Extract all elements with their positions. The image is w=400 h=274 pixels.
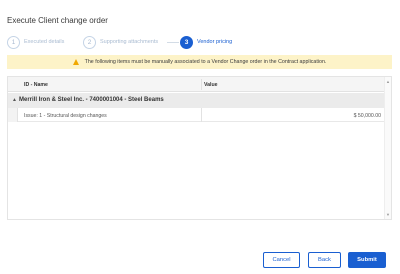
collapse-caret-icon[interactable]: ▲ (12, 97, 17, 103)
step-number: 3 (180, 35, 193, 49)
table-row[interactable]: Issue: 1 - Structural design changes $ 5… (8, 108, 385, 122)
submit-button[interactable]: Submit (348, 252, 386, 268)
step-label: Executed details (24, 39, 65, 45)
step-vendor-pricing[interactable]: 3 Vendor pricing (180, 35, 232, 49)
warning-banner: The following items must be manually ass… (7, 55, 392, 69)
stepper: 1 Executed details 2 Supporting attachme… (7, 35, 267, 49)
group-label: Merrill Iron & Steel Inc. - 7400001004 -… (19, 97, 164, 103)
step-label: Supporting attachments (100, 39, 159, 45)
step-connector-2 (167, 42, 179, 43)
step-supporting-attachments[interactable]: 2 Supporting attachments (83, 35, 158, 49)
vertical-scrollbar[interactable]: ▲ ▼ (384, 77, 391, 219)
column-divider (201, 79, 202, 90)
vendor-pricing-table: ID - Name Value ▲ Merrill Iron & Steel I… (7, 76, 392, 220)
step-number: 2 (83, 35, 96, 49)
scroll-down-icon[interactable]: ▼ (386, 212, 390, 217)
back-button[interactable]: Back (308, 252, 341, 268)
warning-icon (72, 59, 79, 65)
dialog-title: Execute Client change order (7, 16, 108, 25)
group-row[interactable]: ▲ Merrill Iron & Steel Inc. - 7400001004… (8, 93, 385, 108)
cancel-button[interactable]: Cancel (263, 252, 300, 268)
column-header-id-name[interactable]: ID - Name (24, 82, 48, 88)
step-label: Vendor pricing (197, 39, 233, 45)
step-executed-details[interactable]: 1 Executed details (7, 35, 64, 49)
row-indent (8, 108, 18, 122)
scroll-up-icon[interactable]: ▲ (386, 79, 390, 84)
warning-text: The following items must be manually ass… (84, 59, 327, 65)
cell-divider (201, 108, 202, 122)
item-value: $ 50,000.00 (353, 112, 381, 119)
column-header-value[interactable]: Value (204, 82, 218, 88)
table-header: ID - Name Value (8, 77, 385, 92)
item-name: Issue: 1 - Structural design changes (24, 112, 107, 119)
step-number: 1 (7, 35, 20, 49)
